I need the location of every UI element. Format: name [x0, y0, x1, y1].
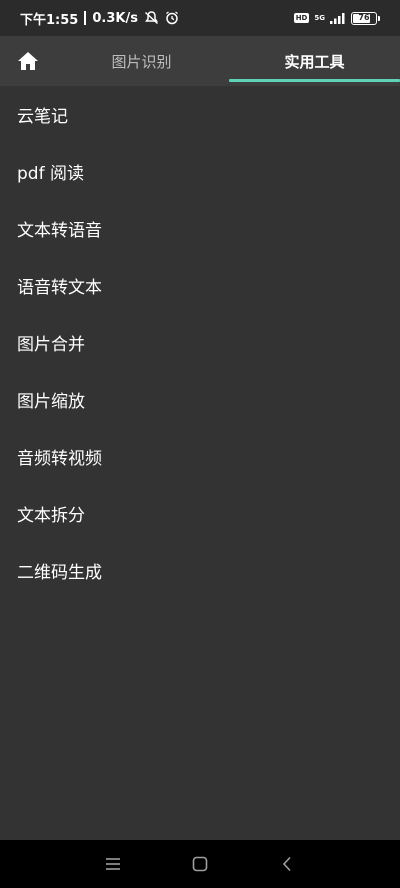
alarm-icon: [165, 11, 179, 25]
hd-badge: HD: [293, 13, 310, 23]
tab-image-recognition[interactable]: 图片识别: [56, 36, 227, 86]
home-icon: [18, 52, 38, 70]
list-item-label: 云笔记: [17, 107, 68, 127]
status-network-speed: 0.3K/s: [92, 10, 138, 26]
signal-icon: [330, 12, 346, 24]
menu-icon: [106, 858, 121, 870]
tool-list: 云笔记 pdf 阅读 文本转语音 语音转文本 图片合并 图片缩放 音频转视频 文…: [0, 86, 400, 599]
tab-utility-tools[interactable]: 实用工具: [229, 36, 400, 86]
list-item-label: pdf 阅读: [17, 164, 84, 184]
list-item-label: 文本拆分: [17, 506, 85, 526]
system-home-button[interactable]: [180, 844, 220, 884]
list-item-audio-to-video[interactable]: 音频转视频: [0, 428, 400, 485]
list-item-image-resize[interactable]: 图片缩放: [0, 371, 400, 428]
status-bar: 下午1:55 0.3K/s HD 5G 76: [0, 0, 400, 36]
list-item-text-split[interactable]: 文本拆分: [0, 485, 400, 542]
network-type: 5G: [314, 14, 325, 22]
list-item-speech-to-text[interactable]: 语音转文本: [0, 257, 400, 314]
app-screen: 下午1:55 0.3K/s HD 5G 76 图片识别 实用工具 云笔记 pdf…: [0, 0, 400, 888]
status-separator: [84, 11, 87, 25]
mute-icon: [144, 11, 159, 25]
network-indicator: 5G: [314, 14, 325, 22]
list-item-label: 图片合并: [17, 335, 85, 355]
status-right: HD 5G 76: [293, 11, 380, 25]
battery-level: 76: [358, 12, 370, 22]
list-item-label: 文本转语音: [17, 221, 102, 241]
status-time: 下午1:55: [20, 12, 79, 28]
app-bar: 图片识别 实用工具: [0, 36, 400, 86]
tab-label: 图片识别: [111, 52, 172, 71]
back-icon: [282, 856, 291, 872]
recent-apps-button[interactable]: [93, 844, 133, 884]
list-item-label: 音频转视频: [17, 449, 102, 469]
battery-tip: [378, 15, 380, 21]
system-nav-bar: [0, 840, 400, 888]
list-item-qr-generator[interactable]: 二维码生成: [0, 542, 400, 599]
list-item-pdf-reader[interactable]: pdf 阅读: [0, 143, 400, 200]
home-button[interactable]: [0, 36, 56, 86]
list-item-image-merge[interactable]: 图片合并: [0, 314, 400, 371]
list-item-label: 二维码生成: [17, 563, 102, 583]
list-item-cloud-notes[interactable]: 云笔记: [0, 86, 400, 143]
tab-label: 实用工具: [284, 52, 345, 71]
home-square-icon: [192, 856, 208, 872]
list-item-text-to-speech[interactable]: 文本转语音: [0, 200, 400, 257]
battery-icon: 76: [351, 11, 377, 25]
system-back-button[interactable]: [267, 844, 307, 884]
status-left: 下午1:55 0.3K/s: [20, 9, 179, 28]
list-item-label: 语音转文本: [17, 278, 102, 298]
list-item-label: 图片缩放: [17, 392, 85, 412]
